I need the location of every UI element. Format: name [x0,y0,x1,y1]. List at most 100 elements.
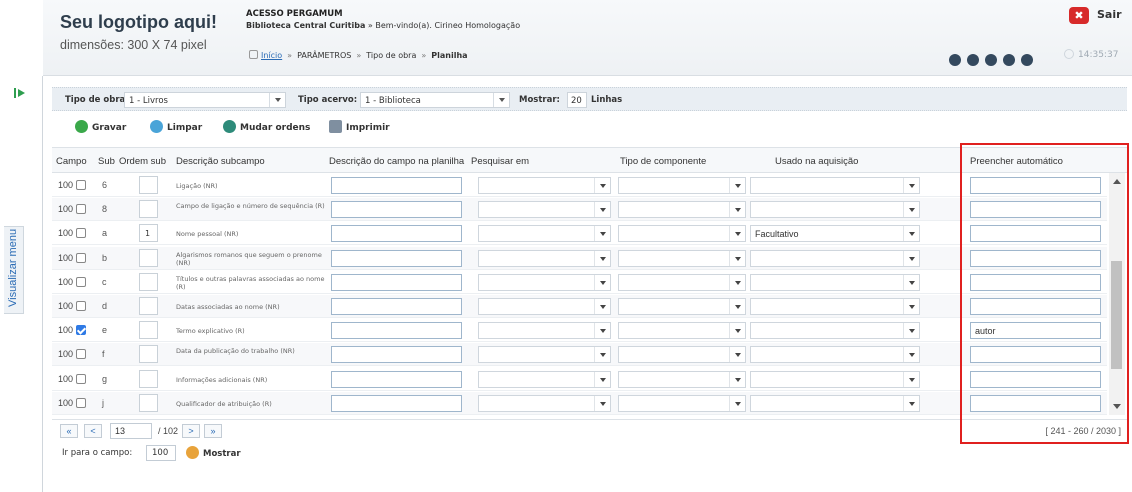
tipo-obra-select[interactable]: 1 - Livros [124,92,286,108]
row-checkbox[interactable] [76,301,86,311]
usado-aquisicao-select[interactable] [750,177,920,194]
ordem-sub-input[interactable] [139,176,158,194]
usado-aquisicao-select[interactable] [750,249,920,267]
descricao-campo-input[interactable] [331,322,462,340]
descricao-campo-input[interactable] [331,298,462,315]
mostrar-button[interactable]: Mostrar [186,446,241,459]
row-checkbox[interactable] [76,180,86,190]
ordem-sub-input[interactable] [139,297,158,315]
usado-aquisicao-select[interactable] [750,394,920,412]
imprimir-button[interactable]: Imprimir [329,120,390,133]
tipo-componente-select[interactable] [618,346,746,364]
ordem-sub-input[interactable] [139,321,158,340]
row-checkbox[interactable] [76,228,86,239]
logout-label: Sair [1097,8,1122,21]
tipo-acervo-select[interactable]: 1 - Biblioteca [360,92,510,108]
settings-icon[interactable] [949,53,961,66]
usado-aquisicao-select[interactable]: Facultativo [750,225,920,243]
tipo-componente-select[interactable] [618,273,746,291]
descricao-campo-input[interactable] [331,394,462,412]
pesquisar-em-select[interactable] [478,201,611,219]
goto-input[interactable]: 100 [146,445,176,461]
ordem-sub-input[interactable] [139,345,158,364]
row-checkbox[interactable] [76,349,86,360]
descricao-subcampo: Informações adicionais (NR) [176,375,268,384]
chevron-down-icon [903,395,919,411]
chevron-down-icon [729,274,745,290]
usado-aquisicao-select[interactable] [750,370,920,388]
descricao-campo-input[interactable] [331,177,462,194]
tipo-componente-select[interactable] [618,394,746,412]
descricao-campo-input[interactable] [331,225,462,243]
chevron-down-icon [594,299,610,314]
tipo-componente-select[interactable] [618,249,746,267]
ordem-sub-input[interactable] [139,393,158,412]
chevron-down-icon [729,395,745,411]
limpar-button[interactable]: Limpar [150,120,202,133]
chevron-down-icon [729,347,745,363]
pesquisar-em-select[interactable] [478,298,611,315]
help-icon[interactable] [1003,53,1015,66]
breadcrumb-inicio[interactable]: Início [261,51,282,60]
notifications-icon[interactable] [985,53,997,66]
pesquisar-em-select[interactable] [478,346,611,364]
row-checkbox[interactable] [76,204,86,215]
descricao-campo-input[interactable] [331,201,462,219]
tipo-componente-select[interactable] [618,177,746,194]
mostrar-button-label: Mostrar [203,449,241,459]
breadcrumb-separator: » [287,51,293,60]
descricao-campo-input[interactable] [331,370,462,388]
page-total: / 102 [158,426,179,436]
ordem-sub-input[interactable] [139,272,158,291]
chevron-down-icon [729,250,745,266]
chevron-down-icon [903,299,919,314]
ordem-sub-input[interactable] [139,369,158,388]
campo-value: 100 [58,276,74,287]
next-page-button[interactable]: > [182,424,200,438]
gravar-button[interactable]: Gravar [75,120,126,133]
first-page-button[interactable]: « [60,424,78,438]
descricao-campo-input[interactable] [331,249,462,267]
usado-aquisicao-select[interactable] [750,273,920,291]
mostrar-input[interactable]: 20 [567,92,587,108]
info-icon[interactable] [1021,53,1033,66]
prev-page-button[interactable]: < [84,424,102,438]
pesquisar-em-select[interactable] [478,370,611,388]
tipo-componente-select[interactable] [618,201,746,219]
usado-aquisicao-select[interactable] [750,346,920,364]
row-checkbox[interactable] [76,276,86,287]
pesquisar-em-select[interactable] [478,273,611,291]
mostrar-label: Mostrar: [519,95,560,105]
usado-aquisicao-select[interactable] [750,298,920,315]
row-checkbox[interactable] [76,397,86,408]
ordem-sub-input[interactable] [139,200,158,219]
visualizar-menu-tab[interactable]: Visualizar menu [4,226,24,314]
descricao-campo-input[interactable] [331,346,462,364]
descricao-campo-input[interactable] [331,273,462,291]
tipo-componente-select[interactable] [618,370,746,388]
pesquisar-em-select[interactable] [478,249,611,267]
sub-value: d [102,301,108,311]
last-page-button[interactable]: » [204,424,222,438]
logout-button[interactable]: ✖ Sair [1069,6,1125,26]
row-checkbox[interactable] [76,325,86,336]
usado-aquisicao-select[interactable] [750,201,920,219]
limpar-label: Limpar [167,123,203,133]
refresh-icon[interactable] [967,53,979,66]
ordem-sub-input[interactable] [139,248,158,267]
expand-arrow-icon[interactable] [13,86,27,100]
page-input[interactable]: 13 [110,423,152,439]
pesquisar-em-select[interactable] [478,225,611,243]
tipo-componente-select[interactable] [618,225,746,243]
sub-value: g [102,373,108,384]
row-checkbox[interactable] [76,373,86,384]
pesquisar-em-select[interactable] [478,177,611,194]
ordem-sub-input[interactable]: 1 [139,224,158,243]
usado-aquisicao-select[interactable] [750,322,920,340]
mudar-ordens-button[interactable]: Mudar ordens [223,120,310,133]
pesquisar-em-select[interactable] [478,322,611,340]
pesquisar-em-select[interactable] [478,394,611,412]
tipo-componente-select[interactable] [618,298,746,315]
row-checkbox[interactable] [76,252,86,263]
tipo-componente-select[interactable] [618,322,746,340]
